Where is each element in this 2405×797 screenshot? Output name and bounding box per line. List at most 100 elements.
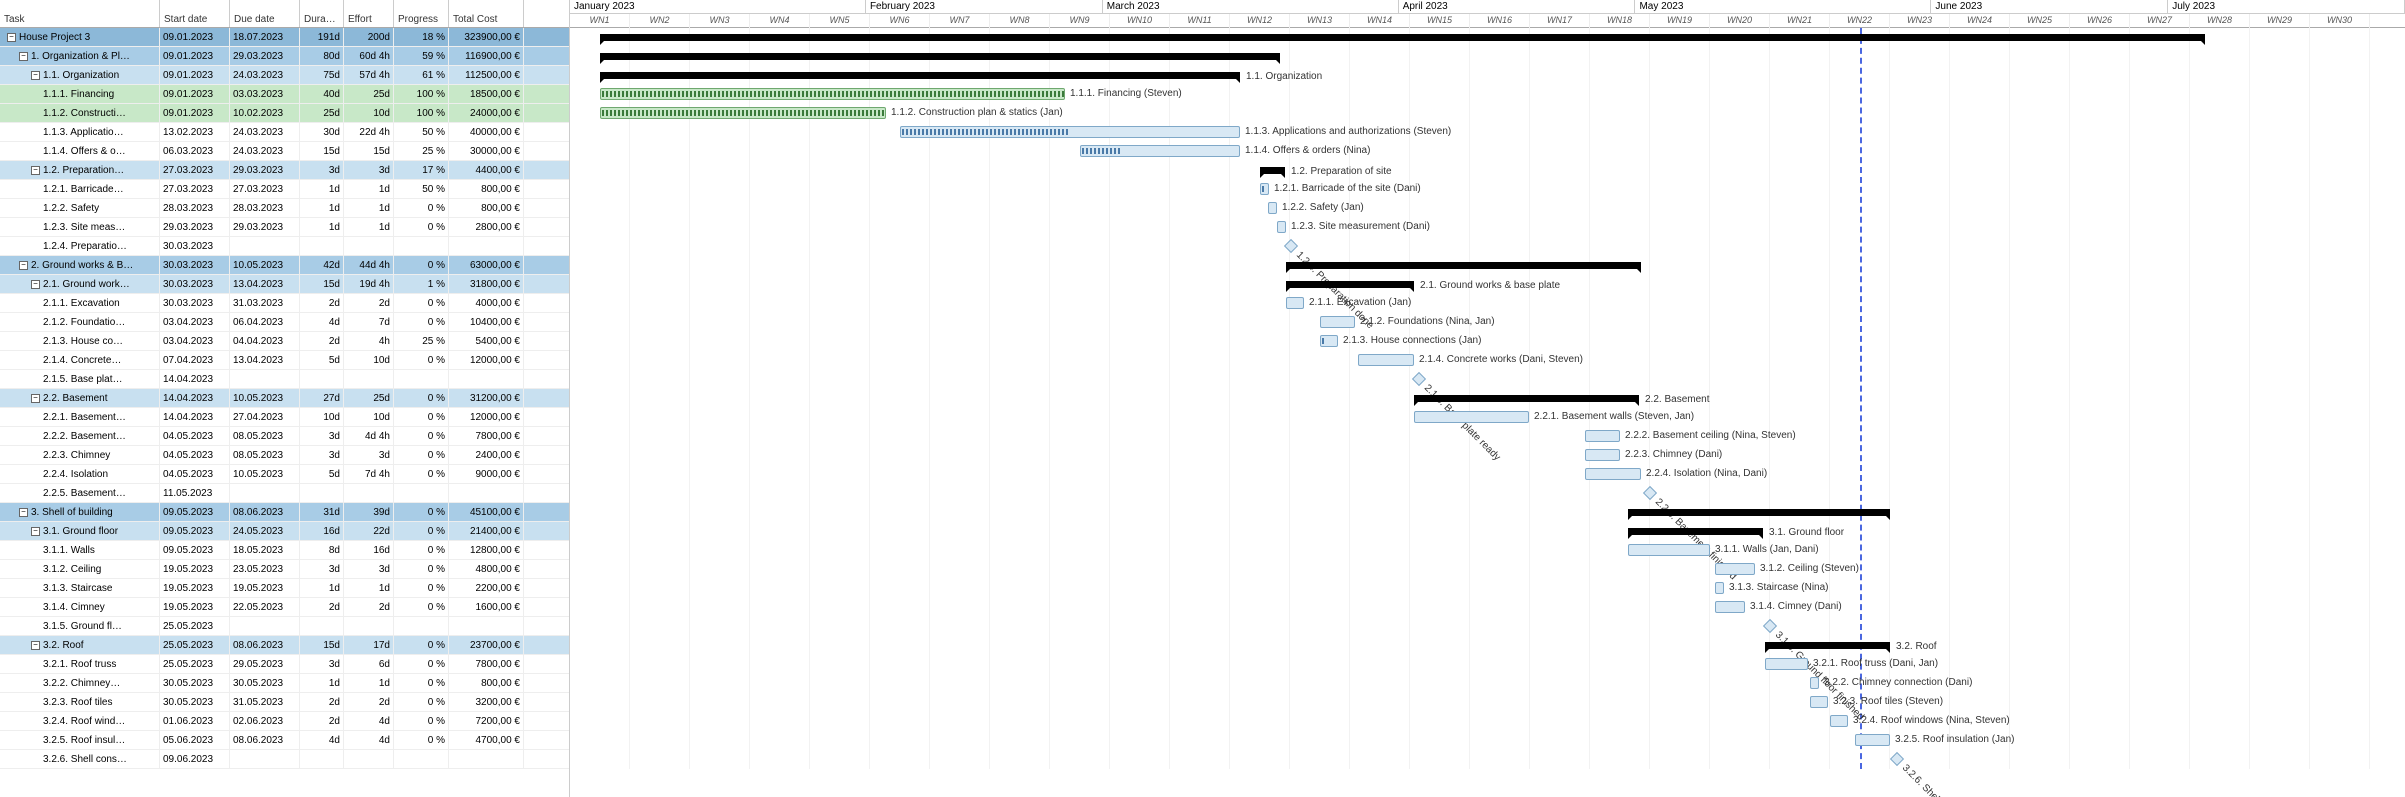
gantt-row[interactable]: 2.2.5. Basement finished [570, 484, 2405, 503]
cell-start[interactable]: 19.05.2023 [160, 579, 230, 597]
cell-eff[interactable]: 7d [344, 313, 394, 331]
cell-dur[interactable]: 1d [300, 674, 344, 692]
cell-dur[interactable]: 75d [300, 66, 344, 84]
cell-cost[interactable]: 1600,00 € [449, 598, 524, 616]
gantt-row[interactable]: 1.1. Organization [570, 66, 2405, 85]
cell-dur[interactable]: 4d [300, 313, 344, 331]
cell-cost[interactable]: 45100,00 € [449, 503, 524, 521]
cell-due[interactable]: 08.05.2023 [230, 427, 300, 445]
task-name-cell[interactable]: −1.1. Organization [0, 66, 160, 84]
cell-cost[interactable]: 31800,00 € [449, 275, 524, 293]
cell-dur[interactable]: 3d [300, 427, 344, 445]
cell-prog[interactable]: 0 % [394, 446, 449, 464]
gantt-row[interactable]: 1.2. Preparation of site [570, 161, 2405, 180]
cell-dur[interactable]: 15d [300, 142, 344, 160]
task-name-cell[interactable]: 3.2.3. Roof tiles [0, 693, 160, 711]
cell-due[interactable]: 08.05.2023 [230, 446, 300, 464]
gantt-row[interactable]: 1.2.4. Preparation done [570, 237, 2405, 256]
cell-start[interactable]: 01.06.2023 [160, 712, 230, 730]
gantt-row[interactable]: 3.1.4. Cimney (Dani) [570, 598, 2405, 617]
task-name-cell[interactable]: −2.2. Basement [0, 389, 160, 407]
cell-eff[interactable]: 4h [344, 332, 394, 350]
cell-dur[interactable]: 16d [300, 522, 344, 540]
cell-cost[interactable]: 800,00 € [449, 180, 524, 198]
cell-dur[interactable]: 3d [300, 560, 344, 578]
task-bar[interactable]: 1.1.2. Construction plan & statics (Jan) [600, 107, 886, 119]
table-row[interactable]: 3.2.6. Shell cons…09.06.2023 [0, 750, 569, 769]
cell-start[interactable]: 03.04.2023 [160, 332, 230, 350]
task-bar[interactable]: 3.1.1. Walls (Jan, Dani) [1628, 544, 1710, 556]
expand-icon[interactable]: − [31, 71, 40, 80]
task-name-cell[interactable]: 3.1.4. Cimney [0, 598, 160, 616]
cell-prog[interactable]: 0 % [394, 522, 449, 540]
cell-prog[interactable]: 50 % [394, 123, 449, 141]
table-row[interactable]: 2.2.5. Basement…11.05.2023 [0, 484, 569, 503]
cell-prog[interactable]: 0 % [394, 560, 449, 578]
cell-cost[interactable]: 63000,00 € [449, 256, 524, 274]
cell-dur[interactable]: 10d [300, 408, 344, 426]
gantt-row[interactable] [570, 28, 2405, 47]
cell-cost[interactable]: 9000,00 € [449, 465, 524, 483]
col-due[interactable]: Due date [230, 0, 300, 27]
task-name-cell[interactable]: −3.2. Roof [0, 636, 160, 654]
gantt-row[interactable]: 1.2.2. Safety (Jan) [570, 199, 2405, 218]
cell-eff[interactable]: 57d 4h [344, 66, 394, 84]
summary-bar[interactable]: 3.2. Roof [1765, 642, 1890, 649]
gantt-row[interactable]: 3.2. Roof [570, 636, 2405, 655]
cell-eff[interactable]: 3d [344, 161, 394, 179]
gantt-row[interactable]: 1.2.1. Barricade of the site (Dani) [570, 180, 2405, 199]
col-task[interactable]: Task [0, 0, 160, 27]
table-row[interactable]: 3.1.4. Cimney19.05.202322.05.20232d2d0 %… [0, 598, 569, 617]
col-start[interactable]: Start date [160, 0, 230, 27]
gantt-row[interactable]: 2.2.3. Chimney (Dani) [570, 446, 2405, 465]
cell-eff[interactable] [344, 484, 394, 502]
cell-start[interactable]: 14.04.2023 [160, 389, 230, 407]
expand-icon[interactable]: − [19, 52, 28, 61]
cell-prog[interactable]: 0 % [394, 427, 449, 445]
task-name-cell[interactable]: 1.2.1. Barricade… [0, 180, 160, 198]
cell-eff[interactable] [344, 237, 394, 255]
cell-cost[interactable]: 12800,00 € [449, 541, 524, 559]
cell-due[interactable]: 13.04.2023 [230, 351, 300, 369]
cell-cost[interactable]: 800,00 € [449, 674, 524, 692]
cell-dur[interactable] [300, 617, 344, 635]
cell-start[interactable]: 03.04.2023 [160, 313, 230, 331]
task-bar[interactable]: 3.1.3. Staircase (Nina) [1715, 582, 1724, 594]
cell-cost[interactable]: 323900,00 € [449, 28, 524, 46]
task-bar[interactable]: 3.2.3. Roof tiles (Steven) [1810, 696, 1828, 708]
gantt-row[interactable]: 2.1.2. Foundations (Nina, Jan) [570, 313, 2405, 332]
cell-start[interactable]: 25.05.2023 [160, 655, 230, 673]
task-name-cell[interactable]: 3.1.3. Staircase [0, 579, 160, 597]
cell-cost[interactable]: 23700,00 € [449, 636, 524, 654]
cell-cost[interactable]: 30000,00 € [449, 142, 524, 160]
table-row[interactable]: −3.2. Roof25.05.202308.06.202315d17d0 %2… [0, 636, 569, 655]
cell-eff[interactable]: 2d [344, 693, 394, 711]
task-bar[interactable]: 2.1.1. Excavation (Jan) [1286, 297, 1304, 309]
cell-due[interactable]: 29.03.2023 [230, 47, 300, 65]
cell-eff[interactable] [344, 750, 394, 768]
col-progress[interactable]: Progress [394, 0, 449, 27]
table-row[interactable]: 2.1.5. Base plat…14.04.2023 [0, 370, 569, 389]
cell-cost[interactable]: 5400,00 € [449, 332, 524, 350]
table-row[interactable]: −2.2. Basement14.04.202310.05.202327d25d… [0, 389, 569, 408]
task-bar[interactable]: 1.2.1. Barricade of the site (Dani) [1260, 183, 1269, 195]
cell-dur[interactable]: 2d [300, 693, 344, 711]
task-name-cell[interactable]: 1.1.4. Offers & o… [0, 142, 160, 160]
table-row[interactable]: 2.1.3. House co…03.04.202304.04.20232d4h… [0, 332, 569, 351]
table-row[interactable]: −2. Ground works & B…30.03.202310.05.202… [0, 256, 569, 275]
gantt-row[interactable]: 1.1.1. Financing (Steven) [570, 85, 2405, 104]
task-name-cell[interactable]: 3.2.1. Roof truss [0, 655, 160, 673]
cell-prog[interactable]: 0 % [394, 408, 449, 426]
task-bar[interactable]: 3.2.4. Roof windows (Nina, Steven) [1830, 715, 1848, 727]
table-row[interactable]: 2.2.4. Isolation04.05.202310.05.20235d7d… [0, 465, 569, 484]
table-row[interactable]: −3. Shell of building09.05.202308.06.202… [0, 503, 569, 522]
gantt-row[interactable] [570, 47, 2405, 66]
cell-eff[interactable]: 15d [344, 142, 394, 160]
cell-prog[interactable]: 0 % [394, 655, 449, 673]
summary-bar[interactable]: 3.1. Ground floor [1628, 528, 1763, 535]
cell-eff[interactable]: 44d 4h [344, 256, 394, 274]
task-name-cell[interactable]: −1. Organization & Pl… [0, 47, 160, 65]
task-name-cell[interactable]: −House Project 3 [0, 28, 160, 46]
cell-prog[interactable]: 0 % [394, 731, 449, 749]
cell-prog[interactable]: 0 % [394, 712, 449, 730]
